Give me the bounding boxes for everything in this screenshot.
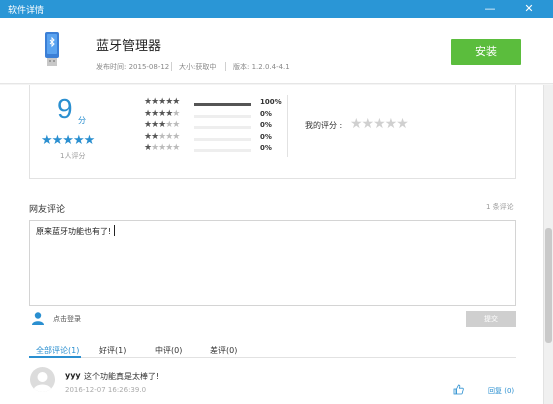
- tab-neutral[interactable]: 中评(0): [155, 345, 182, 356]
- bluetooth-device-icon: [45, 32, 59, 66]
- rating-distribution-row: ★★★★★ 100%: [144, 97, 294, 109]
- comment-input[interactable]: 原来蓝牙功能也有了!: [29, 220, 516, 306]
- my-rating-stars[interactable]: ★★★★★: [350, 116, 409, 132]
- meta-divider: [225, 62, 226, 71]
- avatar-person-icon: [33, 372, 52, 392]
- rating-count: 1人评分: [60, 152, 86, 160]
- vertical-scrollbar[interactable]: [543, 85, 553, 404]
- rating-row-bar: [194, 114, 251, 118]
- install-button[interactable]: 安装: [451, 39, 521, 65]
- app-size: 大小:获取中: [179, 63, 217, 71]
- rating-row-stars-icon: ★★★★★: [144, 97, 180, 107]
- rating-row-bar: [194, 126, 251, 129]
- minimize-button[interactable]: —: [481, 0, 499, 18]
- rating-distribution-row: ★★★★★ 0%: [144, 120, 294, 132]
- rating-panel: 9 分 ★★★★★ 1人评分 ★★★★★ 100% ★★★★★ 0% ★★★★★ 0% ★★…: [29, 85, 516, 179]
- user-icon: [32, 312, 44, 325]
- rating-row-bar: [194, 149, 251, 152]
- comments-count: 1 条评论: [486, 203, 514, 211]
- rating-row-percent: 0%: [260, 121, 272, 129]
- rating-row-bar-fill: [194, 103, 251, 106]
- reply-link[interactable]: 回复 (0): [488, 386, 514, 396]
- rating-divider: [287, 95, 288, 157]
- window-title: 软件详情: [8, 6, 45, 16]
- rating-row-percent: 0%: [260, 109, 272, 118]
- title-bar: 软件详情 — ✕: [0, 0, 553, 18]
- publish-date: 发布时间: 2015-08-12: [96, 63, 170, 71]
- avatar: [30, 367, 55, 392]
- app-version: 版本: 1.2.0.4-4.1: [233, 63, 290, 71]
- rating-row-stars-icon: ★★★★★: [144, 143, 180, 153]
- rating-row-bar: [194, 137, 251, 141]
- rating-distribution-row: ★★★★★ 0%: [144, 131, 294, 144]
- active-tab-indicator: [29, 356, 81, 358]
- tab-positive[interactable]: 好评(1): [99, 345, 126, 356]
- comments-title: 网友评论: [29, 205, 66, 215]
- app-name: 蓝牙管理器: [96, 39, 162, 54]
- comment-username: yyy: [65, 371, 81, 380]
- score-stars-icon: ★★★★★: [41, 133, 95, 148]
- app-header: 蓝牙管理器 发布时间: 2015-08-12 大小:获取中 版本: 1.2.0.…: [0, 18, 553, 84]
- score-value: 9: [57, 93, 73, 124]
- rating-row-percent: 0%: [260, 144, 272, 152]
- rating-row-percent: 100%: [260, 98, 282, 106]
- score-unit: 分: [78, 116, 86, 125]
- rating-distribution-row: ★★★★★ 0%: [144, 108, 294, 121]
- submit-button[interactable]: 提交: [466, 311, 516, 327]
- rating-row-stars-icon: ★★★★★: [144, 108, 180, 119]
- comment-input-value: 原来蓝牙功能也有了!: [36, 227, 112, 236]
- rating-distribution-row: ★★★★★ 0%: [144, 143, 294, 155]
- rating-row-bar: [194, 103, 251, 106]
- scrollbar-thumb[interactable]: [545, 228, 552, 343]
- text-caret: [114, 225, 115, 236]
- detail-content: 9 分 ★★★★★ 1人评分 ★★★★★ 100% ★★★★★ 0% ★★★★★ 0% ★★…: [0, 85, 543, 404]
- rating-row-percent: 0%: [260, 132, 272, 141]
- comment-tabs: 全部评论(1) 好评(1) 中评(0) 差评(0): [29, 343, 516, 358]
- tab-negative[interactable]: 差评(0): [210, 345, 237, 356]
- my-rating-label: 我的评分 :: [305, 121, 343, 130]
- rating-row-stars-icon: ★★★★★: [144, 131, 180, 142]
- tab-all[interactable]: 全部评论(1): [36, 345, 79, 356]
- meta-divider: [171, 62, 172, 71]
- thumbs-up-icon[interactable]: [453, 384, 464, 395]
- rating-row-stars-icon: ★★★★★: [144, 120, 180, 130]
- login-link[interactable]: 点击登录: [53, 314, 81, 324]
- comment-time: 2016-12-07 16:26:39.0: [65, 386, 147, 394]
- comment-text: 这个功能真是太棒了!: [84, 372, 160, 381]
- close-button[interactable]: ✕: [520, 0, 538, 18]
